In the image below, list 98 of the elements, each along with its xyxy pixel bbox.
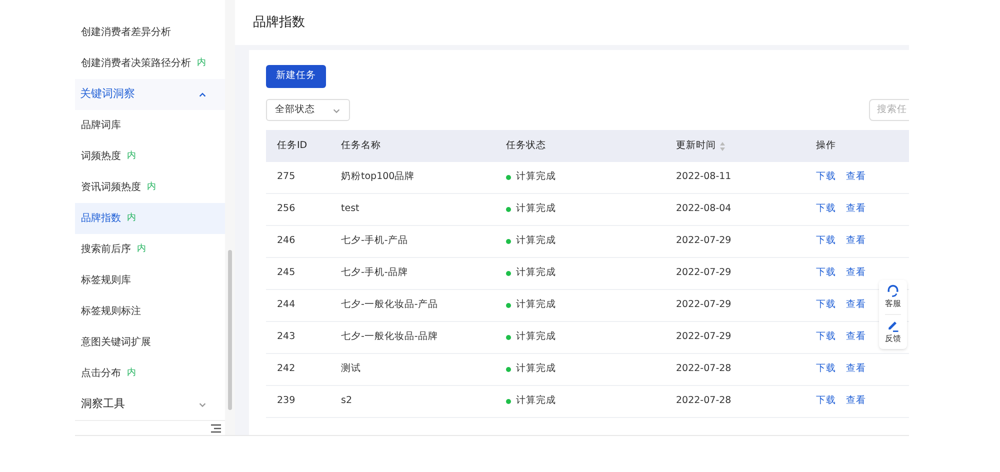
action-link[interactable]: 下载: [816, 234, 836, 249]
column-header: 操作: [816, 138, 836, 153]
table-cell: 2022-07-28: [676, 363, 732, 374]
float-tool-button[interactable]: 反馈: [885, 314, 901, 345]
internal-tag-label: 内: [127, 212, 136, 225]
table-cell-text: 计算完成: [516, 394, 556, 408]
sidebar-group[interactable]: 关键词洞察: [75, 79, 225, 110]
action-link[interactable]: 查看: [846, 202, 866, 217]
scrollbar[interactable]: [228, 250, 232, 410]
item-label: 标签规则库: [81, 274, 131, 288]
table-cell: 七夕-一般化妆品-品牌: [341, 331, 438, 342]
column-header: 任务ID: [277, 138, 308, 153]
sort-icon[interactable]: [720, 142, 725, 150]
table-cell-text: 计算完成: [516, 298, 556, 312]
group-label: 关键词洞察: [80, 86, 135, 102]
table-cell: 2022-07-28: [676, 395, 732, 406]
column-header[interactable]: 更新时间: [676, 138, 716, 154]
item-label: 创建消费者差异分析: [81, 26, 171, 40]
table-cell-text: 计算完成: [516, 362, 556, 376]
item-label: 创建消费者决策路径分析: [81, 56, 191, 71]
table-cell: 七夕-手机-品牌: [341, 267, 408, 278]
table-cell: 2022-07-29: [676, 331, 732, 342]
sidebar-item[interactable]: 品牌词库: [75, 110, 225, 141]
column-header: 任务名称: [341, 138, 381, 153]
chevron-down-icon: [198, 400, 207, 409]
action-link[interactable]: 查看: [846, 234, 866, 249]
internal-tag-label: 内: [127, 150, 136, 163]
sidebar-item[interactable]: 意图关键词扩展: [75, 327, 225, 358]
item-label: 点击分布: [81, 366, 121, 381]
table-cell: 242: [277, 363, 296, 374]
table-cell: 239: [277, 395, 296, 406]
table-cell: 2022-07-29: [676, 235, 732, 246]
group-label: 洞察工具: [81, 396, 125, 412]
column-header: 任务状态: [506, 138, 546, 153]
action-link[interactable]: 查看: [846, 394, 866, 409]
sidebar-item[interactable]: 创建消费者决策路径分析 内: [75, 48, 225, 79]
internal-tag-label: 内: [127, 366, 136, 380]
table-cell-text: 计算完成: [516, 330, 556, 344]
table-cell: 2022-07-29: [676, 299, 732, 310]
internal-tag-label: 内: [197, 56, 206, 70]
item-label: 品牌词库: [81, 118, 121, 133]
sidebar-group[interactable]: 洞察工具: [75, 389, 225, 420]
table-cell: 奶粉top100品牌: [341, 171, 415, 182]
pen-icon: [886, 319, 900, 333]
table-cell: 246: [277, 235, 296, 246]
status-select[interactable]: 全部状态: [266, 99, 350, 121]
table-cell-text: 计算完成: [516, 170, 556, 184]
menu-fold-icon[interactable]: [211, 424, 221, 432]
item-label: 资讯词频热度: [81, 180, 141, 195]
sidebar-item[interactable]: 搜索前后序 内: [75, 234, 225, 265]
table-cell: 七夕-手机-产品: [341, 235, 408, 246]
table-cell: test: [341, 203, 360, 214]
table-cell-text: 计算完成: [516, 234, 556, 248]
action-link[interactable]: 查看: [846, 330, 866, 345]
table-cell: s2: [341, 395, 352, 406]
new-task-button[interactable]: 新建任务: [266, 65, 326, 88]
table-cell-text: 计算完成: [516, 202, 556, 216]
table-cell-text: 计算完成: [516, 266, 556, 280]
action-link[interactable]: 查看: [846, 362, 866, 377]
table-cell: 243: [277, 331, 296, 342]
table-cell: 2022-08-04: [676, 203, 732, 214]
action-link[interactable]: 下载: [816, 362, 836, 377]
item-label: 品牌指数: [81, 212, 121, 226]
internal-tag-label: 内: [137, 242, 146, 256]
action-link[interactable]: 下载: [816, 330, 836, 345]
sidebar-item[interactable]: 标签规则标注: [75, 296, 225, 327]
action-link[interactable]: 下载: [816, 394, 836, 409]
table-cell: 2022-08-11: [676, 171, 732, 182]
item-label: 标签规则标注: [81, 304, 141, 319]
headset-icon: [886, 284, 900, 298]
sidebar-item[interactable]: 标签规则库: [75, 265, 225, 296]
item-label: 意图关键词扩展: [81, 336, 151, 350]
action-link[interactable]: 查看: [846, 266, 866, 281]
table-cell: 测试: [341, 363, 361, 374]
item-label: 词频热度: [81, 150, 121, 164]
table-cell: 275: [277, 171, 296, 182]
table-cell: 七夕-一般化妆品-产品: [341, 299, 438, 310]
action-link[interactable]: 查看: [846, 170, 866, 185]
action-link[interactable]: 下载: [816, 298, 836, 313]
item-label: 搜索前后序: [81, 242, 131, 257]
page-title: 品牌指数: [253, 14, 305, 32]
sidebar-item[interactable]: 资讯词频热度 内: [75, 172, 225, 203]
table-cell: 244: [277, 299, 296, 310]
sidebar-item[interactable]: 词频热度 内: [75, 141, 225, 172]
table-cell: 2022-07-29: [676, 267, 732, 278]
action-link[interactable]: 查看: [846, 298, 866, 313]
chevron-up-icon: [198, 90, 207, 99]
float-tool-button[interactable]: 客服: [885, 284, 901, 310]
sidebar-item[interactable]: 点击分布 内: [75, 358, 225, 389]
table-cell: 245: [277, 267, 296, 278]
table-cell: 256: [277, 203, 296, 214]
sidebar-item[interactable]: 品牌指数 内: [75, 203, 225, 234]
action-link[interactable]: 下载: [816, 202, 836, 217]
internal-tag-label: 内: [147, 180, 156, 194]
action-link[interactable]: 下载: [816, 266, 836, 281]
search-field[interactable]: 搜索任: [869, 99, 909, 121]
action-link[interactable]: 下载: [816, 170, 836, 185]
sidebar-item[interactable]: 创建消费者差异分析: [75, 17, 225, 48]
